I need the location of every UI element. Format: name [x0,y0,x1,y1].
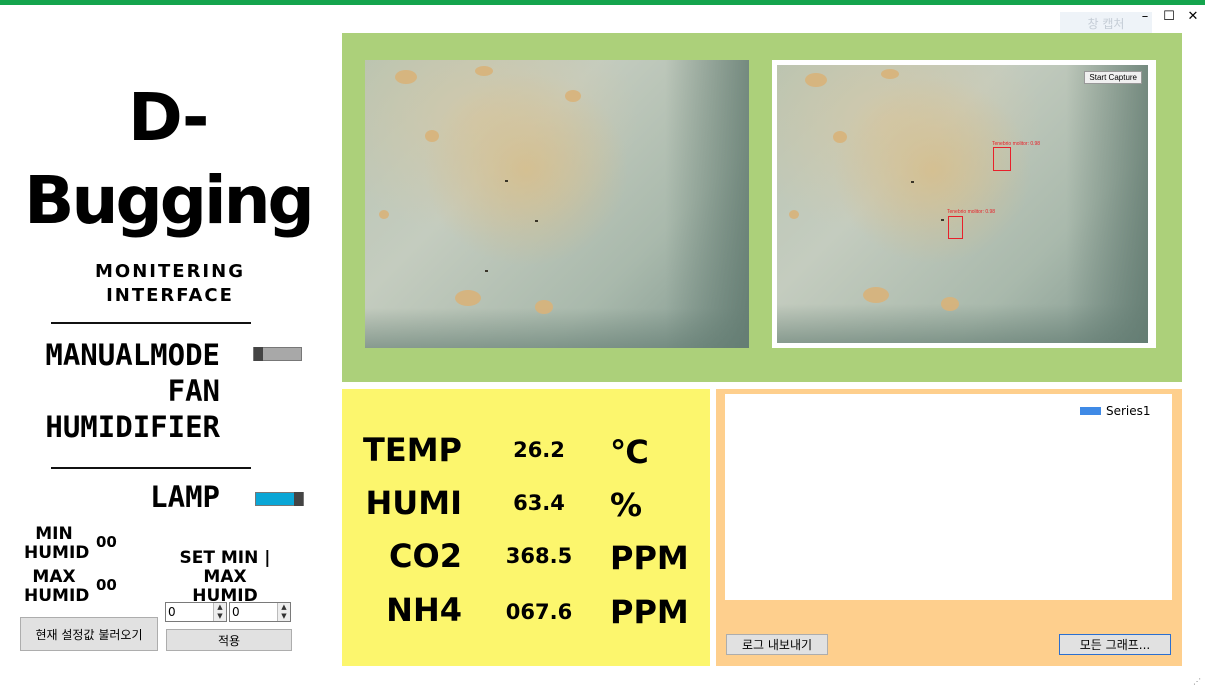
humidifier-label[interactable]: HUMIDIFIER [20,410,220,444]
toggle-knob [294,492,303,506]
logo-subtitle-line2: INTERFACE [106,285,234,306]
sensor-unit-humi: % [610,486,643,524]
lamp-toggle[interactable] [255,492,304,506]
sensor-value-temp: 26.2 [513,438,565,462]
legend-swatch-series1 [1080,407,1101,415]
sensor-chart [725,394,1172,600]
sensor-unit-co2: PPM [610,539,689,577]
max-label-line2: HUMID [24,586,90,606]
sensor-unit-nh4: PPM [610,593,689,631]
min-humid-value: 00 [96,533,117,551]
start-capture-button[interactable]: Start Capture [1084,71,1142,84]
maximize-button[interactable]: ☐ [1157,6,1181,26]
spin-arrows-icon[interactable]: ▲ ▼ [277,603,290,621]
logo-title-line2: Bugging [24,162,315,239]
sensor-name-nh4: NH4 [386,591,462,629]
divider [51,322,251,324]
min-label-line2: HUMID [24,543,90,563]
load-settings-button[interactable]: 현재 설정값 불러오기 [20,617,158,651]
raw-camera-feed [365,60,749,348]
logo-subtitle-line1: MONITERING [95,261,245,282]
set-label-line1: SET MIN | MAX [179,548,271,587]
max-humid-label: MAX HUMID [24,567,90,606]
sensor-value-co2: 368.5 [505,544,573,568]
sensor-value-humi: 63.4 [513,491,565,515]
detection-label: Tenebrio molitor: 0.98 [947,209,996,215]
max-label-line1: MAX [32,567,76,587]
sensor-name-humi: HUMI [365,484,462,522]
manualmode-label: MANUALMODE [45,338,220,372]
detection-camera-feed: Start Capture Tenebrio molitor: 0.98 Ten… [777,65,1148,343]
detection-box [948,216,963,239]
detection-box [993,147,1011,171]
all-graphs-button[interactable]: 모든 그래프... [1059,634,1171,655]
min-input-value: 0 [168,605,176,619]
sensor-value-nh4: 067.6 [505,600,573,624]
min-humid-label: MIN HUMID [24,524,90,563]
spin-arrows-icon[interactable]: ▲ ▼ [213,603,226,621]
window-controls: – ☐ ✕ [1133,6,1205,28]
apply-button[interactable]: 적용 [166,629,292,651]
export-log-button[interactable]: 로그 내보내기 [726,634,828,655]
max-input-value: 0 [232,605,240,619]
max-humid-stepper[interactable]: 0 ▲ ▼ [229,602,291,622]
sensor-name-co2: CO2 [389,537,462,575]
window-accent-bar [0,0,1205,5]
set-humid-label: SET MIN | MAX HUMID [166,549,284,606]
fan-label[interactable]: FAN [20,374,220,408]
sensor-unit-temp: ℃ [610,433,649,471]
divider [51,467,251,469]
legend-label-series1: Series1 [1106,404,1151,418]
logo-title-line1: D- [128,79,209,156]
max-humid-value: 00 [96,576,117,594]
lamp-label: LAMP [150,480,220,514]
close-button[interactable]: ✕ [1181,6,1205,26]
manualmode-toggle[interactable] [253,347,302,361]
minimize-button[interactable]: – [1133,6,1157,26]
resize-grip-icon[interactable]: ⋰ [1193,677,1201,686]
min-label-line1: MIN [35,524,73,544]
toggle-knob [254,347,263,361]
min-humid-stepper[interactable]: 0 ▲ ▼ [165,602,227,622]
sensor-name-temp: TEMP [363,431,462,469]
